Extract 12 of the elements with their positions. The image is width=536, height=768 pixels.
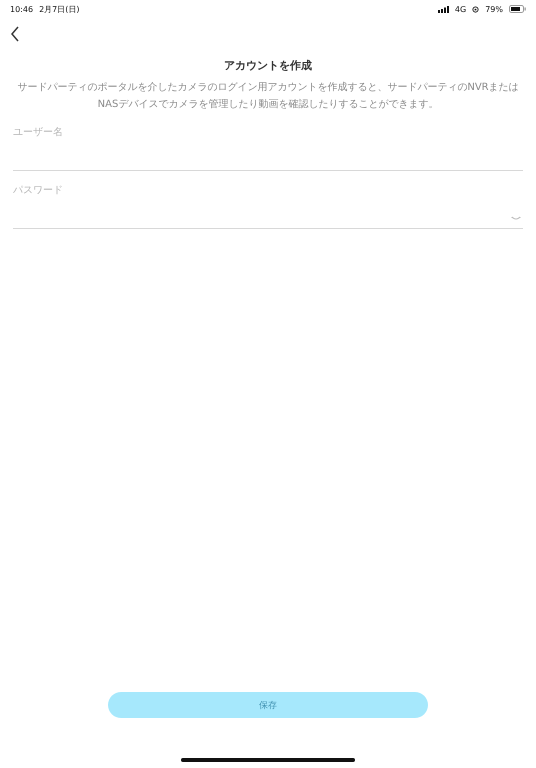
status-date: 2月7日(日) — [39, 4, 80, 14]
status-time: 10:46 — [10, 4, 34, 14]
network-label: 4G — [454, 4, 466, 14]
page-title: アカウントを作成 — [223, 58, 313, 73]
back-icon — [10, 26, 20, 42]
battery-icon — [509, 5, 526, 13]
battery-percent: 79% — [485, 4, 503, 14]
password-field[interactable]: パスワード — [13, 171, 523, 229]
lock-rotation-icon — [472, 6, 480, 12]
signal-icon — [438, 6, 449, 12]
description-text: サードパーティのポータルを介したカメラのログイン用アカウントを作成すると、サードパーティのNVRまたはNASデバイスでカメラを管理したり動画を確認したりすることができます。 — [16, 80, 520, 112]
username-field[interactable]: ユーザー名 — [13, 113, 523, 171]
